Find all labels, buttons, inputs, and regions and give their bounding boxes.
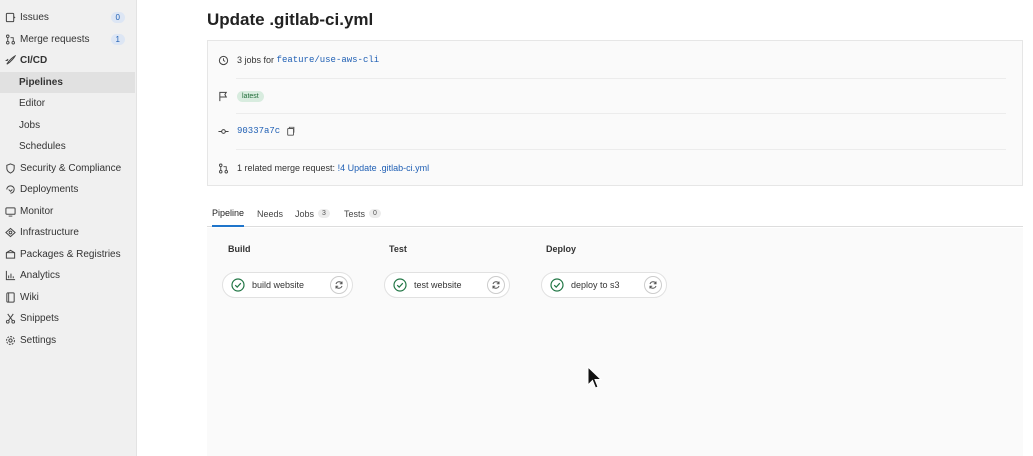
success-icon	[550, 278, 564, 292]
success-icon	[231, 278, 245, 292]
commit-row: 90337a7c	[217, 122, 296, 140]
sidebar-subitem-editor[interactable]: Editor	[0, 93, 135, 114]
sidebar-subitem-schedules[interactable]: Schedules	[0, 136, 135, 157]
jobs-row: 3 jobs for feature/use-aws-cli	[217, 51, 379, 69]
job-name: deploy to s3	[571, 280, 620, 290]
divider	[236, 113, 1006, 114]
sidebar-item-label: Analytics	[20, 270, 61, 281]
tab-tests[interactable]: Tests 0	[344, 200, 381, 227]
deployments-icon	[4, 184, 16, 196]
tab-count-badge: 3	[318, 209, 330, 218]
cloud-icon	[4, 227, 16, 239]
clock-icon	[217, 54, 229, 66]
sidebar-item-label: CI/CD	[20, 55, 48, 66]
sidebar-item-snippets[interactable]: Snippets	[0, 308, 135, 329]
latest-badge: latest	[237, 90, 264, 102]
job-deploy-to-s3[interactable]: deploy to s3	[541, 272, 667, 298]
sidebar-item-cut[interactable]	[0, 0, 135, 7]
scissors-icon	[4, 313, 16, 325]
sidebar-item-label: Security & Compliance	[20, 163, 122, 174]
stage-title-build: Build	[228, 244, 251, 254]
retry-icon[interactable]	[644, 276, 662, 294]
sidebar-item-packages[interactable]: Packages & Registries	[0, 244, 135, 265]
merge-requests-count-badge: 1	[110, 34, 125, 45]
job-name: build website	[252, 280, 305, 290]
success-icon	[393, 278, 407, 292]
chart-icon	[4, 270, 16, 282]
job-build-website[interactable]: build website	[222, 272, 353, 298]
sidebar-item-infrastructure[interactable]: Infrastructure	[0, 222, 135, 243]
tab-label: Pipeline	[212, 207, 245, 218]
sidebar-subitem-jobs[interactable]: Jobs	[0, 115, 135, 136]
sidebar-item-label: Monitor	[20, 206, 54, 217]
stage-title-deploy: Deploy	[546, 244, 577, 254]
sidebar-item-monitor[interactable]: Monitor	[0, 201, 135, 222]
merge-request-icon	[217, 162, 229, 174]
mouse-cursor-icon	[587, 366, 603, 389]
sidebar-item-label: Infrastructure	[20, 227, 79, 238]
sidebar-item-issues[interactable]: Issues 0	[0, 7, 135, 28]
sidebar: Issues 0 Merge requests 1 CI/CD Pipeline…	[0, 0, 137, 456]
pipeline-graph: Build Test Deploy build website test web…	[207, 228, 1023, 456]
job-name: test website	[414, 280, 462, 290]
copy-icon[interactable]	[286, 126, 296, 136]
monitor-icon	[4, 206, 16, 218]
tab-jobs[interactable]: Jobs 3	[295, 200, 330, 227]
book-icon	[4, 292, 16, 304]
commit-icon	[217, 125, 229, 137]
sidebar-item-label: Wiki	[20, 292, 39, 303]
related-mr-link[interactable]: !4 Update .gitlab-ci.yml	[338, 163, 430, 173]
tab-pipeline[interactable]: Pipeline	[212, 200, 245, 227]
tab-needs[interactable]: Needs	[257, 200, 283, 227]
sidebar-item-security[interactable]: Security & Compliance	[0, 158, 135, 179]
sidebar-item-label: Packages & Registries	[20, 249, 121, 260]
package-icon	[4, 249, 16, 261]
sidebar-item-cicd[interactable]: CI/CD	[0, 50, 135, 71]
tab-label: Jobs	[295, 208, 315, 219]
sidebar-subitem-pipelines[interactable]: Pipelines	[0, 72, 135, 93]
commit-sha-link[interactable]: 90337a7c	[237, 126, 280, 136]
pipeline-info-box: 3 jobs for feature/use-aws-cli latest 90…	[207, 40, 1023, 186]
branch-link[interactable]: feature/use-aws-cli	[277, 55, 380, 65]
gear-icon	[4, 335, 16, 347]
sidebar-item-analytics[interactable]: Analytics	[0, 265, 135, 286]
merge-request-icon	[4, 34, 16, 46]
shield-icon	[4, 163, 16, 175]
stage-title-test: Test	[389, 244, 407, 254]
tag-row: latest	[217, 87, 264, 105]
issues-count-badge: 0	[110, 12, 125, 23]
divider	[236, 149, 1006, 150]
sidebar-item-label: Merge requests	[20, 34, 90, 45]
sidebar-item-wiki[interactable]: Wiki	[0, 287, 135, 308]
jobs-text: 3 jobs for	[237, 55, 275, 65]
issues-icon	[4, 12, 16, 24]
sidebar-item-label: Snippets	[20, 313, 59, 324]
sidebar-item-label: Settings	[20, 335, 57, 346]
retry-icon[interactable]	[330, 276, 348, 294]
job-test-website[interactable]: test website	[384, 272, 510, 298]
pipeline-tabs: Pipeline Needs Jobs 3 Tests 0	[207, 200, 1023, 227]
related-mr-text: 1 related merge request:	[237, 163, 336, 173]
tab-label: Needs	[257, 208, 284, 219]
page-title: Update .gitlab-ci.yml	[207, 10, 374, 29]
divider	[236, 78, 1006, 79]
related-mr-row: 1 related merge request: !4 Update .gitl…	[217, 159, 429, 177]
sidebar-item-label: Deployments	[20, 184, 79, 195]
sidebar-item-deployments[interactable]: Deployments	[0, 179, 135, 200]
tab-count-badge: 0	[369, 209, 381, 218]
sidebar-item-label: Issues	[20, 12, 49, 23]
retry-icon[interactable]	[487, 276, 505, 294]
sidebar-item-settings[interactable]: Settings	[0, 330, 135, 351]
flag-icon	[217, 90, 229, 102]
tab-label: Tests	[344, 208, 366, 219]
sidebar-item-merge-requests[interactable]: Merge requests 1	[0, 29, 135, 50]
rocket-icon	[4, 55, 16, 67]
